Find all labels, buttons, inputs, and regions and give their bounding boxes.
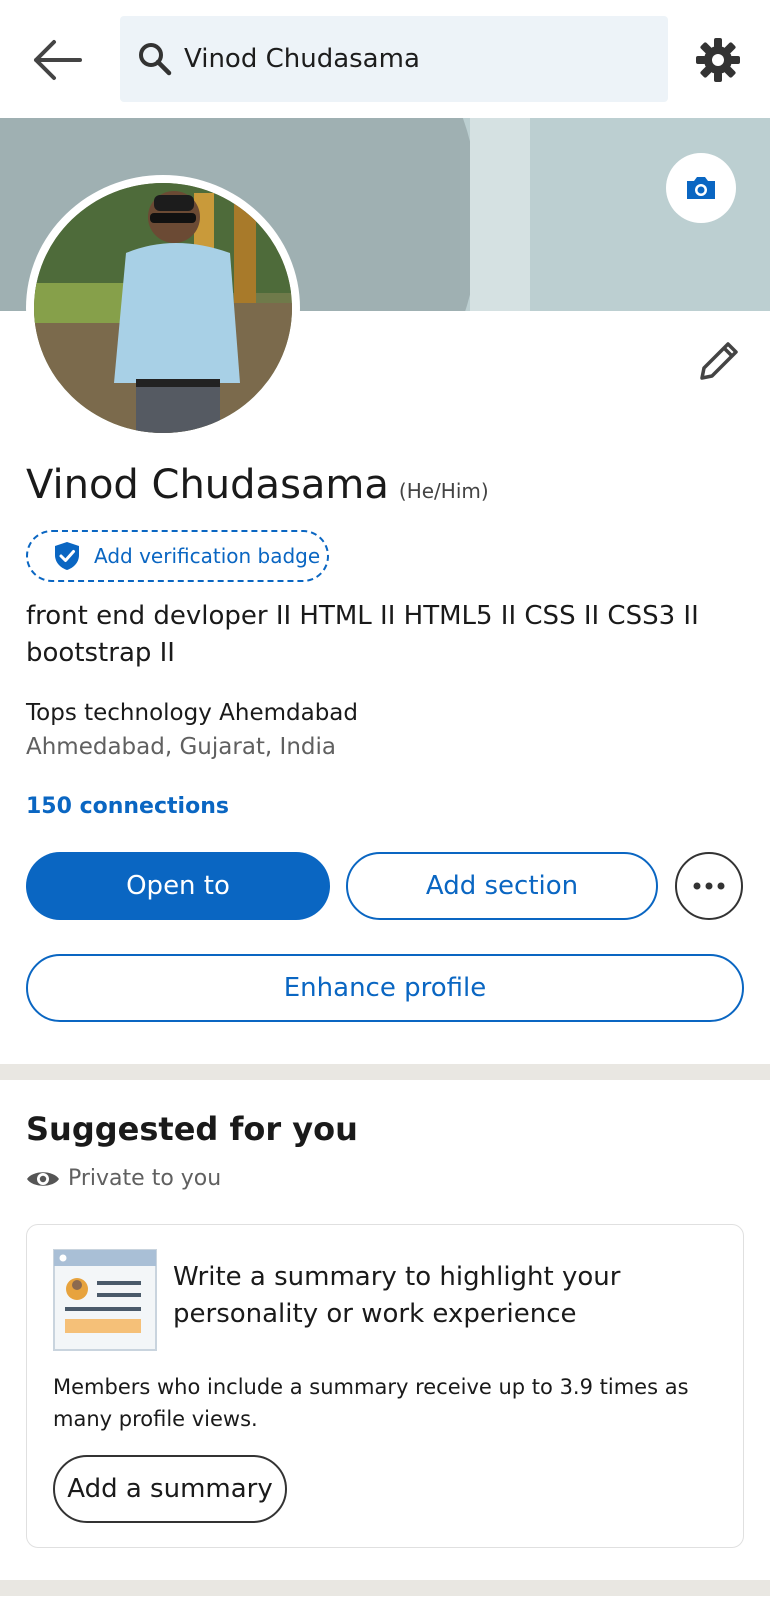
more-actions-button[interactable] [675, 852, 743, 920]
suggestion-title: Write a summary to highlight your person… [173, 1262, 621, 1329]
summary-illustration-icon [53, 1249, 157, 1351]
shield-check-icon [55, 542, 79, 570]
profile-photo [34, 183, 292, 433]
search-input[interactable]: Vinod Chudasama [184, 44, 420, 74]
edit-profile-button[interactable] [694, 338, 742, 386]
eye-icon [27, 1171, 59, 1186]
pencil-icon [700, 342, 738, 380]
add-verification-badge-button[interactable]: Add verification badge [26, 530, 329, 582]
avatar[interactable] [26, 175, 300, 441]
suggestion-body: Members who include a summary receive up… [53, 1375, 689, 1431]
banner-shape [470, 118, 530, 311]
camera-icon [687, 177, 715, 199]
suggested-title: Suggested for you [26, 1110, 358, 1148]
profile-company: Tops technology Ahemdabad [26, 700, 358, 726]
verification-label: Add verification badge [94, 544, 321, 568]
add-summary-button[interactable]: Add a summary [53, 1455, 287, 1523]
connections-link[interactable]: 150 connections [26, 794, 229, 819]
open-to-button[interactable]: Open to [26, 852, 330, 920]
edit-banner-button[interactable] [666, 153, 736, 223]
section-divider [0, 1064, 770, 1080]
profile-name: Vinod Chudasama [26, 462, 389, 508]
enhance-profile-button[interactable]: Enhance profile [26, 954, 744, 1022]
name-row: Vinod Chudasama (He/Him) [26, 462, 489, 508]
profile-location: Ahmedabad, Gujarat, India [26, 734, 336, 760]
private-indicator: Private to you [26, 1166, 221, 1191]
pronouns: (He/Him) [398, 479, 489, 503]
back-button[interactable] [32, 36, 84, 84]
gear-icon [696, 38, 740, 82]
top-bar: Vinod Chudasama [0, 0, 770, 118]
arrow-left-icon [34, 40, 82, 80]
banner-shape [530, 118, 770, 311]
profile-headline: front end devloper II HTML II HTML5 II C… [26, 601, 699, 668]
suggestion-card: Write a summary to highlight your person… [26, 1224, 744, 1548]
section-divider [0, 1580, 770, 1596]
search-icon [139, 43, 172, 76]
add-section-button[interactable]: Add section [346, 852, 658, 920]
search-bar[interactable]: Vinod Chudasama [120, 16, 668, 102]
ellipsis-icon [693, 882, 725, 890]
private-label: Private to you [68, 1166, 222, 1191]
settings-button[interactable] [694, 36, 742, 84]
